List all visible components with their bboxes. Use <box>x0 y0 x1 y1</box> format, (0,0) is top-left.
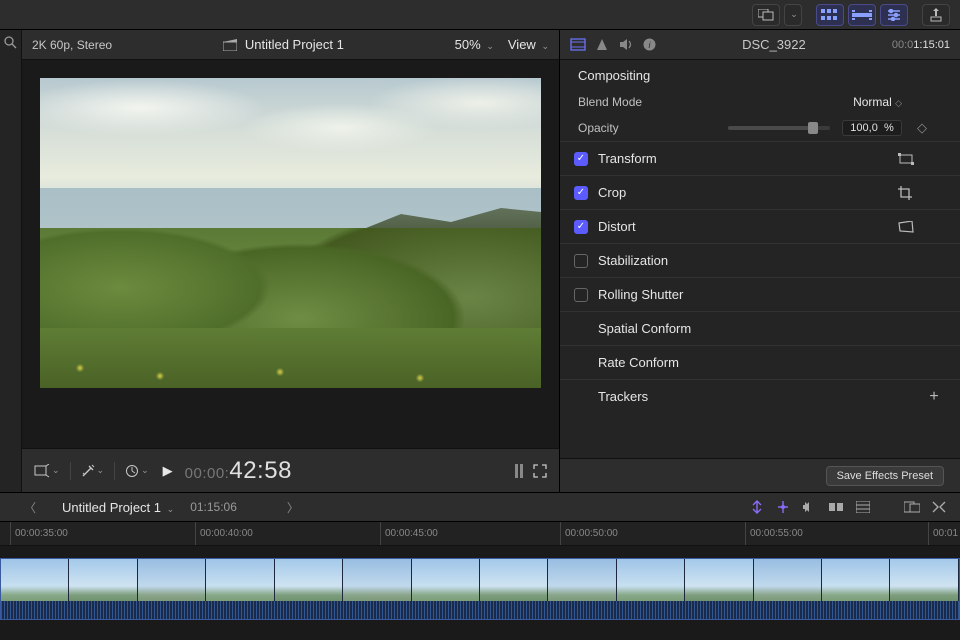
audio-skimming-icon[interactable] <box>776 500 790 514</box>
distort-checkbox[interactable]: ✓ <box>574 220 588 234</box>
clip-format-label: 2K 60p, Stereo <box>32 38 112 52</box>
viewer-canvas[interactable] <box>40 78 541 388</box>
blend-mode-popup[interactable]: Normal ◇ <box>853 95 902 109</box>
transform-tool-menu[interactable]: ⌄ <box>34 464 60 478</box>
skimming-icon[interactable] <box>750 500 764 514</box>
ruler-tick: 00:00:45:00 <box>385 528 438 539</box>
rolling-shutter-section[interactable]: Rolling Shutter <box>560 277 960 311</box>
fullscreen-icon[interactable] <box>533 464 547 478</box>
crop-checkbox[interactable]: ✓ <box>574 186 588 200</box>
ruler-tick: 00:00:40:00 <box>200 528 253 539</box>
viewer-header: 2K 60p, Stereo Untitled Project 1 50% ⌄ … <box>22 30 559 60</box>
layout-grid-button[interactable] <box>816 4 844 26</box>
distort-icon[interactable] <box>898 221 922 233</box>
viewer-timecode[interactable]: 00:00:42:58 <box>185 457 292 485</box>
rate-conform-section[interactable]: Rate Conform <box>560 345 960 379</box>
retime-menu[interactable]: ⌄ <box>125 464 149 478</box>
crop-icon[interactable] <box>898 186 922 200</box>
share-button[interactable] <box>922 4 950 26</box>
compositing-section-label: Compositing <box>560 60 960 89</box>
workspace-switcher[interactable] <box>752 4 780 26</box>
timeline-history-forward[interactable]: 〉 <box>277 499 309 516</box>
opacity-keyframe-icon[interactable]: ◇ <box>917 120 927 136</box>
transform-section[interactable]: ✓ Transform <box>560 141 960 175</box>
opacity-slider[interactable] <box>728 126 830 130</box>
timeline-duration: 01:15:06 <box>190 500 237 514</box>
opacity-value-field[interactable]: 100,0 % <box>842 120 902 136</box>
opacity-label: Opacity <box>578 121 728 135</box>
stabilization-checkbox[interactable] <box>574 254 588 268</box>
add-tracker-button[interactable]: + <box>922 388 946 406</box>
info-inspector-tab[interactable]: i <box>643 38 656 51</box>
audio-waveform <box>1 601 959 619</box>
timeline-clips-area[interactable] <box>0 546 960 640</box>
primary-storyline-clip[interactable] <box>0 558 960 620</box>
enhance-menu[interactable]: ⌄ <box>81 464 105 478</box>
workspace-dropdown[interactable]: ⌄ <box>784 4 802 26</box>
clip-appearance-icon[interactable] <box>904 501 920 513</box>
inspector-clip-duration: 00:01:15:01 <box>892 39 950 51</box>
timeline-ruler[interactable]: 00:00:35:00 00:00:40:00 00:00:45:00 00:0… <box>0 522 960 546</box>
audio-meters-icon[interactable] <box>515 464 523 478</box>
transform-checkbox[interactable]: ✓ <box>574 152 588 166</box>
distort-section[interactable]: ✓ Distort <box>560 209 960 243</box>
clapperboard-icon <box>223 39 237 51</box>
search-icon[interactable] <box>4 36 17 49</box>
layout-inspector-button[interactable] <box>880 4 908 26</box>
snapping-icon[interactable] <box>828 501 844 513</box>
view-menu[interactable]: View ⌄ <box>508 37 549 52</box>
timeline-project-title[interactable]: Untitled Project 1 ⌄ <box>62 500 174 515</box>
ruler-tick: 00:00:55:00 <box>750 528 803 539</box>
layout-filmstrip-button[interactable] <box>848 4 876 26</box>
blend-mode-label: Blend Mode <box>578 95 728 109</box>
viewer-project-title: Untitled Project 1 <box>245 37 344 52</box>
viewer-transport: ⌄ ⌄ ⌄ ▶ 00:00:42:58 <box>22 448 559 492</box>
ruler-tick: 00:00:35:00 <box>15 528 68 539</box>
timeline-history-back[interactable]: 〈 <box>14 499 46 516</box>
timeline-index-bar: 〈 Untitled Project 1 ⌄ 01:15:06 〉 <box>0 492 960 522</box>
trackers-section[interactable]: Trackers+ <box>560 379 960 413</box>
rolling-shutter-checkbox[interactable] <box>574 288 588 302</box>
inspector-header: i DSC_3922 00:01:15:01 <box>560 30 960 60</box>
timeline-index-icon[interactable] <box>856 501 870 513</box>
viewer-panel: 2K 60p, Stereo Untitled Project 1 50% ⌄ … <box>22 30 560 492</box>
inspector-panel: i DSC_3922 00:01:15:01 Compositing Blend… <box>560 30 960 492</box>
top-toolbar: ⌄ <box>0 0 960 30</box>
viewer-canvas-area <box>22 60 559 448</box>
ruler-tick: 00:00:50:00 <box>565 528 618 539</box>
spatial-conform-section[interactable]: Spatial Conform <box>560 311 960 345</box>
stabilization-section[interactable]: Stabilization <box>560 243 960 277</box>
ruler-tick: 00:01 <box>933 528 958 539</box>
solo-icon[interactable] <box>802 500 816 514</box>
play-button[interactable]: ▶ <box>163 463 173 479</box>
video-inspector-tab[interactable] <box>570 38 586 51</box>
inspector-clip-name: DSC_3922 <box>656 37 892 52</box>
left-rail <box>0 30 22 492</box>
save-effects-preset-button[interactable]: Save Effects Preset <box>826 466 944 486</box>
zoom-dropdown[interactable]: 50% ⌄ <box>455 37 494 52</box>
crop-section[interactable]: ✓ Crop <box>560 175 960 209</box>
transform-reset-icon[interactable] <box>898 153 922 165</box>
effects-browser-icon[interactable] <box>932 501 946 513</box>
audio-inspector-tab[interactable] <box>619 38 633 51</box>
color-inspector-tab[interactable] <box>596 38 609 51</box>
